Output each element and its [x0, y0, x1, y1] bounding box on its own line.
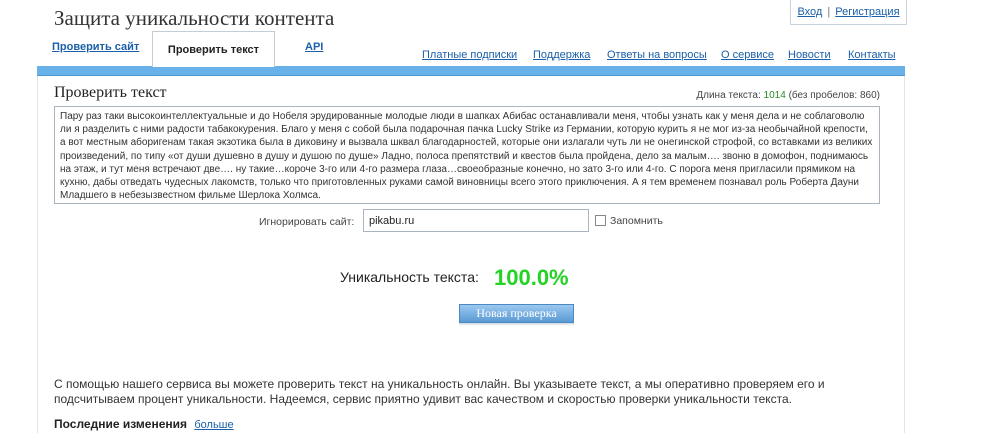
nav-about[interactable]: О сервисе — [721, 49, 774, 61]
ignore-site-label: Игнорировать сайт: — [259, 216, 355, 228]
nav-news[interactable]: Новости — [788, 49, 831, 61]
nav-support[interactable]: Поддержка — [533, 49, 590, 61]
button-shadow — [459, 323, 574, 326]
auth-separator: | — [827, 6, 831, 18]
login-link[interactable]: Вход — [797, 6, 822, 18]
tab-check-site[interactable]: Проверить сайт — [52, 41, 139, 53]
remember-label[interactable]: Запомнить — [610, 215, 663, 227]
site-title: Защита уникальности контента — [54, 6, 335, 30]
recent-changes: Последние изменения больше — [54, 417, 234, 431]
accent-bar — [37, 66, 905, 76]
page-title: Проверить текст — [54, 84, 167, 101]
length-no-spaces: (без пробелов: 860) — [788, 90, 880, 101]
auth-box: Вход | Регистрация — [790, 0, 907, 25]
text-length-info: Длина текста: 1014 (без пробелов: 860) — [696, 90, 880, 101]
text-input-area[interactable]: Пару раз таки высокоинтеллектуальные и д… — [54, 106, 880, 204]
new-check-button[interactable]: Новая проверка — [459, 304, 574, 323]
length-label: Длина текста: — [696, 90, 761, 101]
uniqueness-value: 100.0% — [494, 265, 569, 290]
recent-changes-label: Последние изменения — [54, 417, 188, 431]
length-value: 1014 — [763, 90, 786, 101]
remember-checkbox[interactable] — [595, 215, 606, 226]
more-link[interactable]: больше — [194, 419, 233, 431]
service-description: С помощью нашего сервиса вы можете прове… — [54, 377, 825, 406]
nav-faq[interactable]: Ответы на вопросы — [607, 49, 707, 61]
nav-contacts[interactable]: Контакты — [848, 49, 896, 61]
nav-paid-subscriptions[interactable]: Платные подписки — [422, 49, 517, 61]
register-link[interactable]: Регистрация — [835, 6, 899, 18]
ignore-site-input[interactable] — [363, 209, 589, 232]
tab-check-text[interactable]: Проверить текст — [152, 31, 275, 67]
tab-api[interactable]: API — [305, 41, 323, 53]
uniqueness-label: Уникальность текста: — [340, 269, 479, 285]
